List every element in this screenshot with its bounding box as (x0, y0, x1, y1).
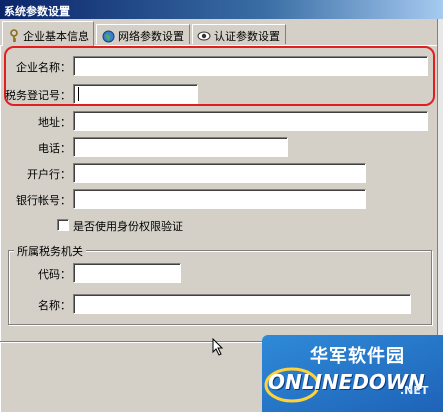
key-icon (7, 28, 20, 43)
watermark-text-cn: 华军软件园 (310, 346, 405, 367)
code-label: 代码： (38, 268, 71, 281)
watermark-suffix: .NET (400, 384, 429, 397)
tax-id-field[interactable] (73, 84, 198, 104)
identity-check-checkbox[interactable] (57, 219, 69, 231)
phone-label: 电话： (38, 142, 71, 155)
address-label: 地址： (38, 116, 71, 129)
window-title: 系统参数设置 (0, 0, 443, 19)
name-field[interactable] (73, 294, 411, 314)
text-caret (78, 87, 79, 101)
tab-label: 网络参数设置 (118, 30, 184, 43)
bank-field[interactable] (73, 163, 366, 183)
tax-authority-group-title: 所属税务机关 (14, 243, 86, 259)
identity-check-label: 是否使用身份权限验证 (73, 220, 183, 233)
globe-icon (101, 29, 115, 43)
name-label: 名称： (38, 299, 71, 312)
tax-id-label: 税务登记号： (5, 89, 71, 102)
company-name-label: 企业名称： (16, 61, 71, 74)
tab-strip: 企业基本信息 网络参数设置 认证参数设置 (0, 19, 443, 46)
account-label: 银行帐号： (16, 194, 71, 207)
tab-network-settings[interactable]: 网络参数设置 (96, 24, 190, 44)
tab-company-info[interactable]: 企业基本信息 (2, 21, 94, 46)
address-field[interactable] (73, 111, 428, 131)
account-field[interactable] (73, 189, 366, 209)
tab-label: 企业基本信息 (23, 29, 89, 43)
company-name-field[interactable] (73, 56, 428, 76)
bank-label: 开户行： (27, 168, 71, 181)
phone-field[interactable] (73, 137, 288, 157)
code-field[interactable] (73, 263, 181, 283)
tab-label: 认证参数设置 (214, 30, 280, 43)
eye-icon (197, 29, 211, 43)
tab-auth-settings[interactable]: 认证参数设置 (192, 24, 286, 44)
mouse-cursor-icon (212, 337, 224, 359)
